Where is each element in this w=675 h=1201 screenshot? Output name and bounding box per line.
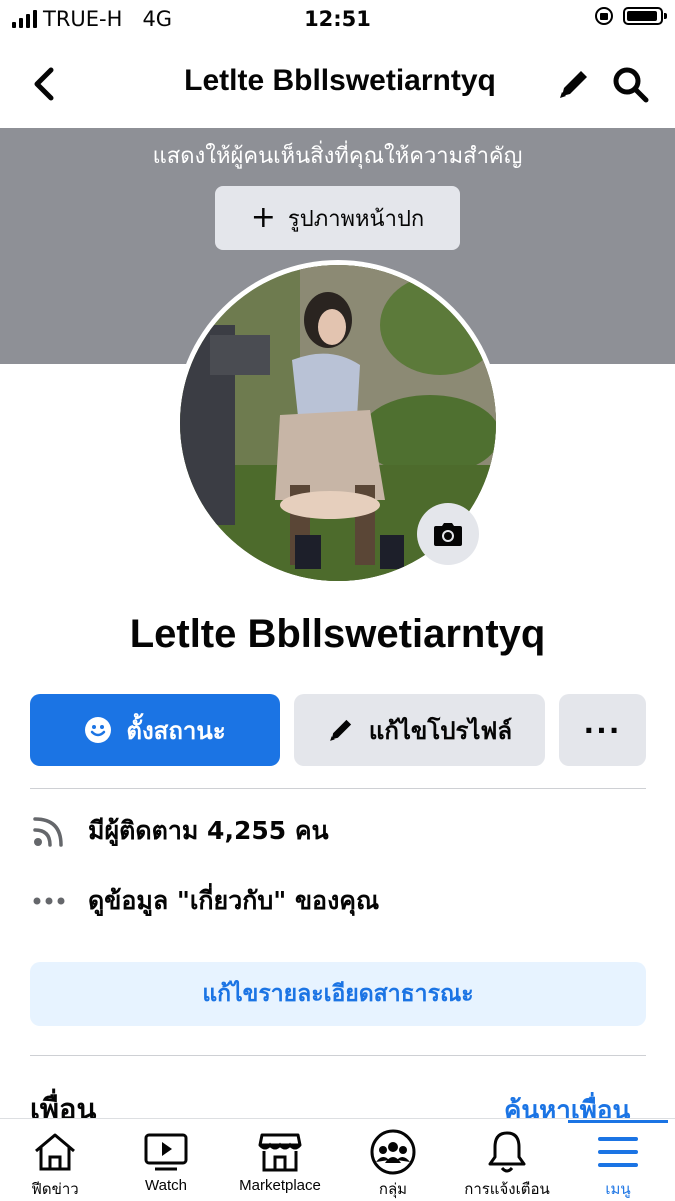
change-profile-picture-button[interactable] [417, 503, 479, 565]
plus-icon: + [250, 200, 276, 235]
tab-label: เมนู [605, 1181, 631, 1198]
home-icon [35, 1133, 75, 1171]
followers-text: มีผู้ติดตาม 4,255 คน [88, 816, 329, 845]
smile-icon [85, 717, 112, 743]
more-dots-icon [30, 882, 68, 920]
tab-label: กลุ่ม [378, 1181, 408, 1198]
cover-hint: แสดงให้ผู้คนเห็นสิ่งที่คุณให้ความสำคัญ [152, 144, 523, 169]
edit-profile-label: แก้ไขโปรไฟล์ [368, 716, 513, 745]
battery-icon [623, 7, 667, 25]
profile-name: Letlte Bbllswetiarntyq [129, 612, 546, 656]
rss-followers-icon [30, 812, 68, 850]
pencil-icon [560, 71, 587, 98]
groups-icon [370, 1129, 416, 1175]
set-status-label: ตั้งสถานะ [126, 716, 226, 745]
tab-notifications[interactable]: การแจ้งเตือน [452, 1127, 562, 1201]
search-icon [613, 67, 649, 103]
clock: 12:51 [304, 7, 371, 31]
top-nav: Letlte Bbllswetiarntyq [0, 40, 675, 128]
tab-menu[interactable]: เมนู [590, 1127, 646, 1201]
add-cover-label: รูปภาพหน้าปก [287, 206, 425, 232]
edit-profile-button[interactable]: แก้ไขโปรไฟล์ [294, 694, 545, 766]
more-dots-icon: ··· [583, 713, 622, 747]
marketplace-icon [258, 1133, 302, 1172]
divider [30, 1055, 646, 1056]
bottom-tab-bar: ฟีดข่าว Watch Marketplace กลุ่ม การแจ้งเ… [0, 1118, 675, 1201]
profile-actions: ตั้งสถานะ แก้ไขโปรไฟล์ ··· [30, 694, 646, 766]
chevron-left-icon [34, 67, 54, 101]
active-tab-indicator [568, 1120, 668, 1123]
edit-button[interactable] [552, 62, 596, 106]
back-button[interactable] [22, 62, 66, 106]
tab-watch[interactable]: Watch [130, 1127, 202, 1201]
more-options-button[interactable]: ··· [559, 694, 646, 766]
watch-icon [144, 1133, 188, 1171]
tab-label: Marketplace [239, 1177, 321, 1194]
search-button[interactable] [608, 62, 654, 108]
edit-public-details-button[interactable]: แก้ไขรายละเอียดสาธารณะ [30, 962, 646, 1026]
about-text: ดูข้อมูล "เกี่ยวกับ" ของคุณ [88, 886, 380, 915]
rotation-lock-icon [595, 7, 613, 25]
tab-label: Watch [145, 1177, 187, 1194]
tab-label: ฟีดข่าว [31, 1181, 79, 1198]
tab-marketplace[interactable]: Marketplace [228, 1127, 332, 1201]
divider [30, 788, 646, 789]
tab-groups[interactable]: กลุ่ม [362, 1127, 424, 1201]
add-cover-photo-button[interactable]: + รูปภาพหน้าปก [215, 186, 460, 250]
page-title: Letlte Bbllswetiarntyq [184, 64, 496, 97]
pencil-icon [329, 719, 351, 741]
bell-icon [488, 1131, 526, 1173]
set-status-button[interactable]: ตั้งสถานะ [30, 694, 280, 766]
followers-row[interactable]: มีผู้ติดตาม 4,255 คน [30, 806, 646, 856]
camera-icon [434, 523, 462, 546]
tab-news-feed[interactable]: ฟีดข่าว [20, 1127, 90, 1201]
about-row[interactable]: ดูข้อมูล "เกี่ยวกับ" ของคุณ [30, 876, 646, 926]
menu-icon [598, 1137, 638, 1167]
status-bar: TRUE-H 4G 12:51 [0, 0, 675, 40]
tab-label: การแจ้งเตือน [464, 1181, 550, 1198]
